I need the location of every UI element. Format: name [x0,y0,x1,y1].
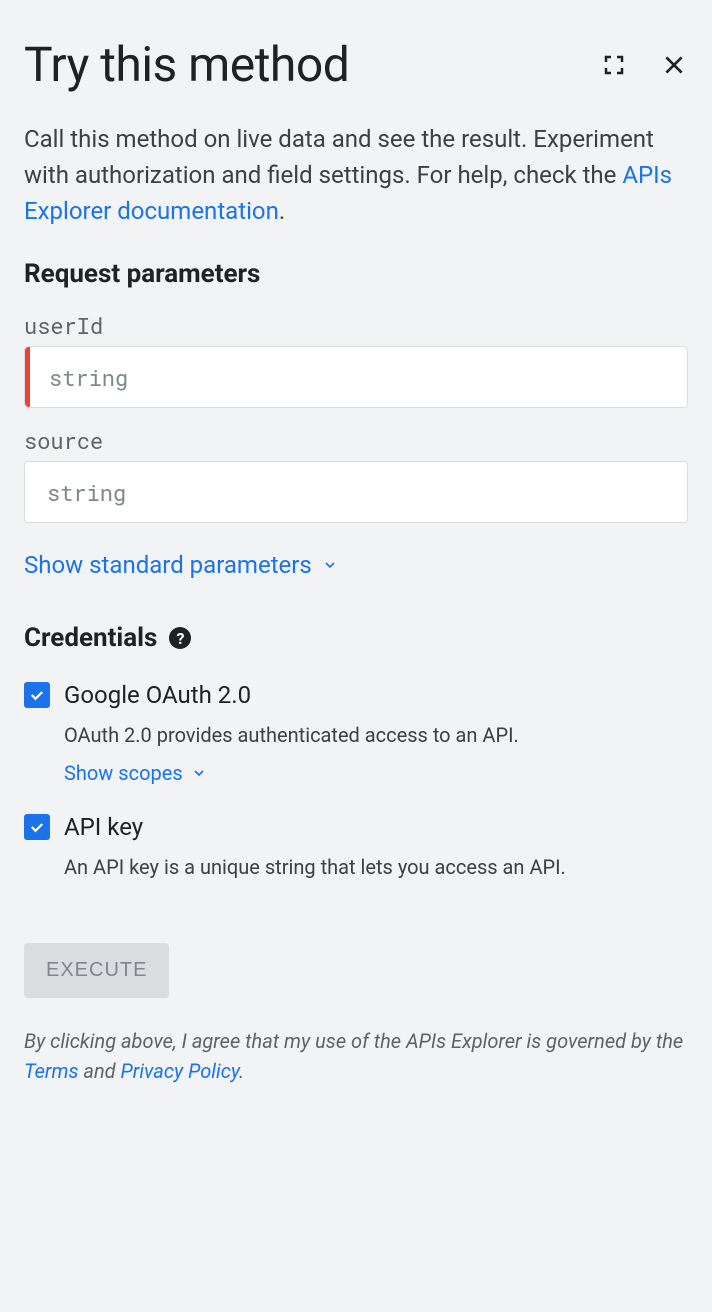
credential-apikey: API key An API key is a unique string th… [24,813,688,879]
credential-oauth: Google OAuth 2.0 OAuth 2.0 provides auth… [24,681,688,785]
source-input[interactable] [25,462,687,522]
param-input-wrap-source [24,461,688,523]
privacy-link[interactable]: Privacy Policy [121,1059,239,1083]
help-icon[interactable]: ? [169,627,191,649]
close-icon[interactable] [660,51,688,79]
disclaimer-mid: and [78,1059,120,1083]
param-label-source: source [24,426,688,455]
oauth-row: Google OAuth 2.0 [24,681,688,709]
oauth-checkbox[interactable] [24,682,50,708]
credentials-heading: Credentials ? [24,623,688,653]
show-standard-parameters[interactable]: Show standard parameters [24,551,338,579]
userId-input[interactable] [25,347,687,407]
param-label-userId: userId [24,311,688,340]
show-scopes-label: Show scopes [64,761,183,785]
disclaimer-before: By clicking above, I agree that my use o… [24,1029,683,1053]
apikey-desc: An API key is a unique string that lets … [64,855,688,879]
header-icons [600,51,688,79]
disclaimer: By clicking above, I agree that my use o… [24,1026,688,1086]
param-input-wrap-userId [24,346,688,408]
fullscreen-icon[interactable] [600,51,628,79]
show-standard-label: Show standard parameters [24,551,312,579]
intro-text: Call this method on live data and see th… [24,121,688,229]
oauth-label: Google OAuth 2.0 [64,681,251,709]
param-userId: userId [24,311,688,408]
execute-button[interactable]: EXECUTE [24,943,169,998]
intro-text-part: Call this method on live data and see th… [24,125,654,189]
intro-text-after: . [279,197,285,225]
request-parameters-heading: Request parameters [24,259,688,289]
show-scopes[interactable]: Show scopes [64,761,207,785]
chevron-down-icon [191,765,207,781]
panel-title: Try this method [24,36,349,93]
terms-link[interactable]: Terms [24,1059,78,1083]
oauth-desc: OAuth 2.0 provides authenticated access … [64,723,688,747]
try-method-panel: Try this method Call this method on live… [0,0,712,1130]
param-source: source [24,426,688,523]
chevron-down-icon [322,557,338,573]
apikey-row: API key [24,813,688,841]
disclaimer-after: . [239,1059,244,1083]
panel-header: Try this method [24,36,688,93]
credentials-heading-text: Credentials [24,623,157,653]
apikey-label: API key [64,813,143,841]
apikey-checkbox[interactable] [24,814,50,840]
